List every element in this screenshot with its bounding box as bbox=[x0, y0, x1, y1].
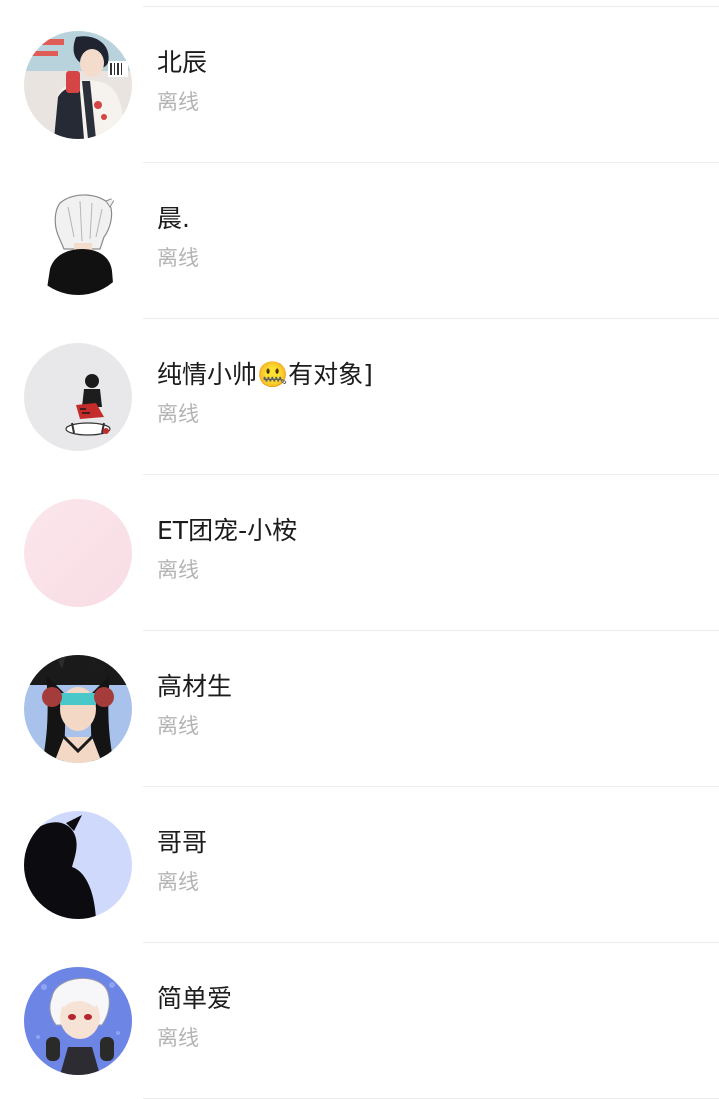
contact-name: 晨. bbox=[157, 204, 190, 233]
contact-row[interactable]: 纯情小帅🤐有对象] 离线 bbox=[0, 319, 719, 475]
contact-name: 哥哥 bbox=[157, 828, 208, 857]
avatar bbox=[24, 967, 132, 1075]
contact-status: 离线 bbox=[157, 90, 199, 114]
contact-list: 北辰 离线 晨. 离线 纯情小帅🤐有对象] 离线 ET团宠-小桉 离线 高材生 … bbox=[0, 7, 719, 1099]
avatar bbox=[24, 499, 132, 607]
contact-name: 北辰 bbox=[157, 48, 208, 77]
contact-status: 离线 bbox=[157, 714, 199, 738]
contact-name: 纯情小帅🤐有对象] bbox=[157, 360, 373, 389]
contact-row[interactable]: 高材生 离线 bbox=[0, 631, 719, 787]
avatar bbox=[24, 343, 132, 451]
contact-status: 离线 bbox=[157, 402, 199, 426]
contact-status: 离线 bbox=[157, 1026, 199, 1050]
contact-row[interactable]: ET团宠-小桉 离线 bbox=[0, 475, 719, 631]
avatar bbox=[24, 811, 132, 919]
contact-name: 简单爱 bbox=[157, 984, 233, 1013]
contact-row[interactable]: 简单爱 离线 bbox=[0, 943, 719, 1099]
contact-row[interactable]: 北辰 离线 bbox=[0, 7, 719, 163]
contact-row[interactable]: 晨. 离线 bbox=[0, 163, 719, 319]
contact-status: 离线 bbox=[157, 870, 199, 894]
avatar bbox=[24, 655, 132, 763]
contact-row[interactable]: 哥哥 离线 bbox=[0, 787, 719, 943]
avatar bbox=[24, 31, 132, 139]
contact-status: 离线 bbox=[157, 558, 199, 582]
contact-name: ET团宠-小桉 bbox=[157, 516, 298, 545]
avatar bbox=[24, 187, 132, 295]
contact-status: 离线 bbox=[157, 246, 199, 270]
contact-name: 高材生 bbox=[157, 672, 233, 701]
